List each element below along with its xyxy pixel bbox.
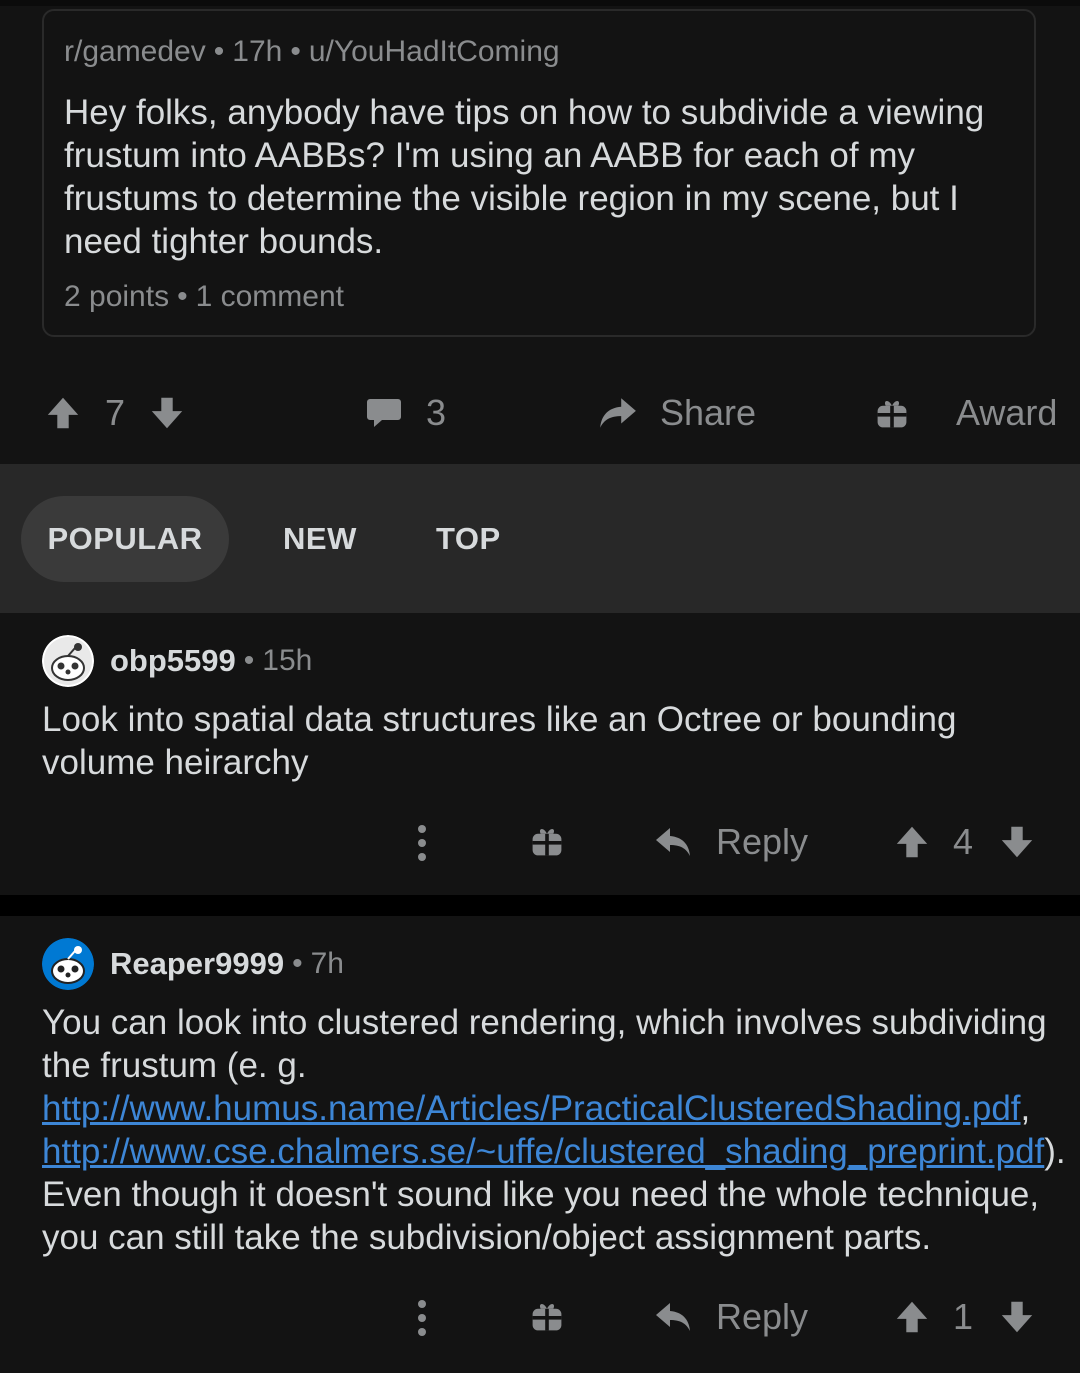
crosspost-meta: r/gamedev • 17h • u/YouHadItComing (64, 35, 560, 69)
share-button[interactable]: Share (596, 392, 756, 434)
link-chalmers-preprint[interactable]: http://www.cse.chalmers.se/~uffe/cluster… (42, 1132, 1044, 1171)
reply-label: Reply (716, 1296, 809, 1337)
downvote-icon (1001, 1301, 1033, 1333)
tab-top[interactable]: TOP (436, 496, 501, 582)
crosspost-author[interactable]: u/YouHadItComing (309, 35, 560, 68)
upvote-icon (896, 1301, 928, 1333)
comment: obp5599 • 15h Look into spatial data str… (0, 613, 1080, 895)
meta-separator: • (290, 35, 301, 68)
downvote-button[interactable] (998, 1298, 1036, 1336)
share-label: Share (660, 392, 757, 433)
comment-body: You can look into clustered rendering, w… (42, 1001, 1066, 1259)
reply-icon (656, 1303, 690, 1331)
comment-body: Look into spatial data structures like a… (42, 700, 957, 782)
meta-separator: • (213, 35, 225, 68)
reply-icon (656, 828, 690, 856)
upvote-icon (896, 826, 928, 858)
downvote-icon (151, 397, 183, 429)
comment-age: 7h (310, 947, 344, 980)
stats-separator: • (177, 280, 188, 313)
crosspost-stats: 2 points • 1 comment (64, 280, 344, 314)
comment-score: 1 (953, 1296, 974, 1337)
crosspost-points: 2 points (64, 280, 170, 313)
reply-label: Reply (716, 821, 809, 862)
avatar-icon[interactable] (42, 938, 94, 990)
comment-action-bar: Reply 1 (0, 1288, 1080, 1348)
award-button[interactable] (529, 1298, 565, 1334)
meta-separator: • (292, 947, 303, 980)
award-icon (532, 1303, 562, 1331)
crosspost-comments: 1 comment (195, 280, 344, 313)
comment-author[interactable]: Reaper9999 (110, 946, 284, 982)
more-options-button[interactable] (410, 1298, 434, 1338)
meta-separator: • (243, 644, 255, 677)
comments-button[interactable]: 3 (364, 392, 446, 434)
award-label: Award (956, 392, 1058, 433)
comment-icon (367, 399, 401, 427)
award-button[interactable] (529, 823, 565, 859)
crosspost-age: 17h (232, 35, 283, 68)
comment-text: You can look into clustered rendering, w… (42, 1003, 1047, 1085)
comment-author[interactable]: obp5599 (110, 643, 236, 679)
award-button[interactable]: Award (874, 392, 1057, 434)
downvote-button[interactable] (998, 823, 1036, 861)
crosspost-subreddit[interactable]: r/gamedev (64, 35, 206, 68)
more-options-icon (418, 1300, 426, 1336)
comment-score: 4 (953, 821, 974, 862)
comment-header: Reaper9999 • 7h (42, 938, 344, 990)
upvote-icon (47, 397, 79, 429)
upvote-button[interactable] (893, 823, 931, 861)
comment-action-bar: Reply 4 (0, 813, 1080, 873)
post-action-bar: 7 3 Share Award (0, 380, 1080, 446)
avatar-icon[interactable] (42, 635, 94, 687)
award-icon (532, 828, 562, 856)
reply-button[interactable]: Reply (654, 821, 808, 863)
comment-sort-bar: POPULAR NEW TOP (0, 464, 1080, 613)
post-score: 7 (105, 392, 126, 433)
tab-popular[interactable]: POPULAR (21, 496, 229, 582)
link-humus-article[interactable]: http://www.humus.name/Articles/Practical… (42, 1089, 1021, 1128)
comment-count: 3 (426, 392, 447, 433)
comment-text: , (1020, 1089, 1031, 1128)
downvote-button[interactable] (148, 394, 186, 432)
crosspost-body: Hey folks, anybody have tips on how to s… (64, 93, 985, 261)
more-options-icon (418, 825, 426, 861)
crosspost-card[interactable]: r/gamedev • 17h • u/YouHadItComing Hey folks… (42, 9, 1036, 337)
more-options-button[interactable] (410, 823, 434, 863)
share-icon (600, 398, 636, 428)
comment-age: 15h (262, 644, 313, 677)
award-icon (877, 400, 907, 428)
tab-new[interactable]: NEW (283, 496, 357, 582)
upvote-button[interactable] (44, 394, 82, 432)
downvote-icon (1001, 826, 1033, 858)
reply-button[interactable]: Reply (654, 1296, 808, 1338)
top-divider (0, 0, 1080, 6)
post-area: r/gamedev • 17h • u/YouHadItComing Hey folks… (0, 0, 1080, 464)
comment-header: obp5599 • 15h (42, 635, 312, 687)
upvote-button[interactable] (893, 1298, 931, 1336)
comment: Reaper9999 • 7h You can look into cluste… (0, 916, 1080, 1373)
